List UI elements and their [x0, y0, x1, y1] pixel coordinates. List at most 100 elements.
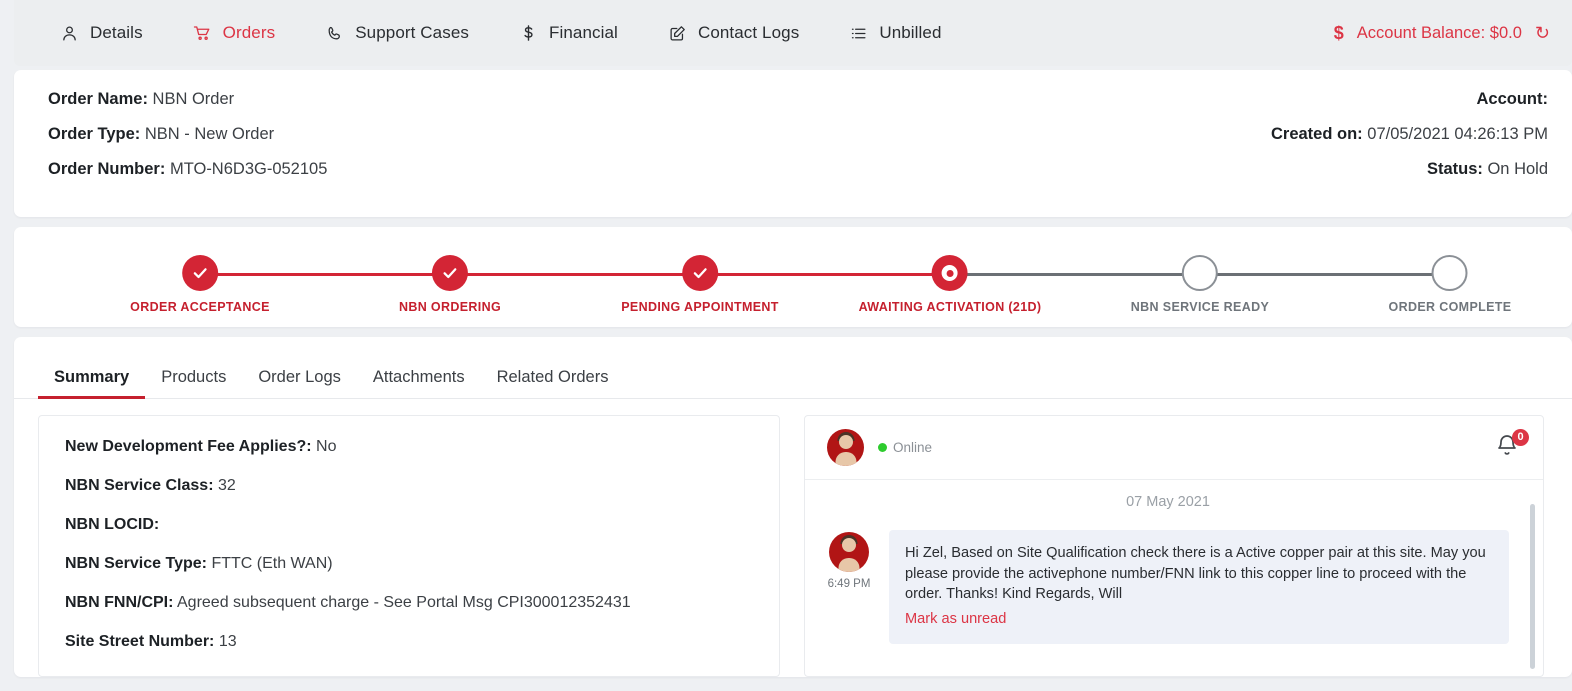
nav-item-details[interactable]: Details	[60, 23, 143, 43]
user-icon	[60, 24, 79, 43]
top-navigation-bar: Details Orders Support Cases Financial C…	[14, 0, 1572, 66]
step-label: NBN ORDERING	[398, 300, 502, 314]
step-label: NBN SERVICE READY	[1130, 300, 1270, 314]
summary-value: FTTC (Eth WAN)	[211, 555, 333, 572]
nav-item-unbilled[interactable]: Unbilled	[849, 23, 941, 43]
summary-value: No	[316, 438, 337, 455]
bell-icon	[1495, 434, 1519, 461]
tab-products[interactable]: Products	[145, 368, 242, 398]
order-number-label: Order Number:	[48, 160, 166, 178]
step-status-icon	[432, 255, 468, 291]
step-nbn-ordering[interactable]: NBN ORDERING	[399, 255, 501, 314]
summary-row-nbn-fnn-cpi: NBN FNN/CPI: Agreed subsequent charge - …	[65, 594, 753, 612]
summary-label: Site Street Number:	[65, 633, 215, 650]
mark-as-unread-link[interactable]: Mark as unread	[905, 609, 1006, 630]
order-type-label: Order Type:	[48, 125, 141, 143]
summary-value: 32	[217, 477, 236, 494]
tab-label: Summary	[54, 368, 130, 386]
summary-value: 13	[218, 633, 237, 650]
notifications-button[interactable]: 0	[1495, 428, 1529, 463]
order-info-row: Order Number: MTO-N6D3G-052105 Status: O…	[48, 160, 1548, 179]
chat-scrollbar[interactable]	[1530, 504, 1535, 669]
nav-item-label: Details	[90, 23, 143, 42]
step-awaiting-activation[interactable]: AWAITING ACTIVATION (21D)	[859, 255, 1042, 314]
created-on-field: Created on: 07/05/2021 04:26:13 PM	[1271, 125, 1548, 144]
tab-order-logs[interactable]: Order Logs	[242, 368, 357, 398]
step-status-icon	[1181, 255, 1218, 291]
summary-row-nbn-locid: NBN LOCID:	[65, 516, 753, 534]
online-status-dot	[878, 443, 887, 452]
account-label: Account:	[1476, 90, 1549, 108]
step-status-icon	[682, 255, 718, 291]
notification-badge: 0	[1512, 428, 1529, 446]
dollar-icon: $	[1333, 22, 1344, 43]
order-type-value: NBN - New Order	[144, 125, 275, 143]
tab-label: Order Logs	[258, 368, 341, 386]
step-order-acceptance[interactable]: ORDER ACCEPTANCE	[130, 255, 270, 314]
order-name-value: NBN Order	[152, 90, 235, 108]
order-number-value: MTO-N6D3G-052105	[169, 160, 328, 178]
order-info-card: Order Name: NBN Order Account: Order Typ…	[14, 70, 1572, 217]
stepper-steps: ORDER ACCEPTANCE NBN ORDERING PENDING AP…	[14, 227, 1572, 327]
refresh-icon[interactable]: ↻	[1535, 23, 1550, 44]
step-label: AWAITING ACTIVATION (21D)	[858, 300, 1042, 314]
step-label: ORDER COMPLETE	[1388, 300, 1512, 314]
chat-message-meta: 6:49 PM	[823, 530, 875, 644]
order-number-field: Order Number: MTO-N6D3G-052105	[48, 160, 327, 179]
status-value: On Hold	[1487, 160, 1548, 178]
avatar	[829, 532, 869, 572]
nav-item-support-cases[interactable]: Support Cases	[325, 23, 469, 43]
tab-label: Attachments	[372, 368, 465, 386]
chat-message: 6:49 PM Hi Zel, Based on Site Qualificat…	[823, 530, 1513, 644]
current-step-ring	[941, 265, 958, 281]
order-progress-card: ORDER ACCEPTANCE NBN ORDERING PENDING AP…	[14, 227, 1572, 327]
summary-row-site-street-number: Site Street Number: 13	[65, 633, 753, 651]
cart-icon	[193, 24, 212, 43]
detail-tabs: Summary Products Order Logs Attachments …	[14, 337, 1572, 399]
nav-item-orders[interactable]: Orders	[193, 23, 276, 43]
detail-panes: New Development Fee Applies?: No NBN Ser…	[14, 399, 1572, 677]
summary-row-nbn-service-class: NBN Service Class: 32	[65, 477, 753, 495]
tab-summary[interactable]: Summary	[38, 368, 146, 399]
tab-related-orders[interactable]: Related Orders	[481, 368, 625, 398]
nav-item-label: Financial	[549, 23, 618, 42]
step-pending-appointment[interactable]: PENDING APPOINTMENT	[621, 255, 779, 314]
summary-label: NBN FNN/CPI:	[65, 594, 174, 611]
nav-item-label: Contact Logs	[697, 23, 800, 42]
online-status: Online	[878, 440, 932, 455]
nav-item-contact-logs[interactable]: Contact Logs	[668, 23, 799, 43]
tab-label: Related Orders	[496, 368, 609, 386]
tab-label: Products	[161, 368, 227, 386]
online-status-label: Online	[893, 440, 933, 455]
summary-row-nbn-service-type: NBN Service Type: FTTC (Eth WAN)	[65, 555, 753, 573]
dollar-icon	[519, 24, 538, 43]
step-label: ORDER ACCEPTANCE	[130, 300, 270, 314]
summary-row-new-development-fee: New Development Fee Applies?: No	[65, 438, 753, 456]
edit-square-icon	[668, 24, 687, 43]
summary-pane: New Development Fee Applies?: No NBN Ser…	[38, 415, 780, 677]
nav-item-financial[interactable]: Financial	[519, 23, 618, 43]
nav-items: Details Orders Support Cases Financial C…	[14, 23, 992, 43]
order-detail-card: Summary Products Order Logs Attachments …	[14, 337, 1572, 677]
list-icon	[849, 24, 868, 43]
step-status-icon	[931, 255, 968, 291]
summary-label: NBN LOCID:	[65, 516, 160, 533]
chat-message-text: Hi Zel, Based on Site Qualification chec…	[905, 545, 1486, 603]
summary-value: Agreed subsequent charge - See Portal Ms…	[177, 594, 631, 611]
chat-pane: Online 0 07 May 2021 6:49 PM Hi Zel, Bas…	[804, 415, 1544, 677]
status-label: Status:	[1426, 160, 1483, 178]
step-nbn-service-ready[interactable]: NBN SERVICE READY	[1131, 255, 1269, 314]
step-label: PENDING APPOINTMENT	[621, 300, 779, 314]
account-balance[interactable]: $ Account Balance: $0.0 ↻	[1334, 23, 1550, 44]
order-type-field: Order Type: NBN - New Order	[48, 125, 274, 144]
nav-item-label: Orders	[222, 23, 276, 42]
step-status-icon	[1432, 255, 1468, 291]
chat-message-list: 07 May 2021 6:49 PM Hi Zel, Based on Sit…	[805, 480, 1543, 676]
created-on-value: 07/05/2021 04:26:13 PM	[1367, 125, 1548, 143]
created-on-label: Created on:	[1270, 125, 1363, 143]
nav-item-label: Unbilled	[879, 23, 942, 42]
chat-header: Online 0	[805, 416, 1543, 480]
tab-attachments[interactable]: Attachments	[357, 368, 481, 398]
step-order-complete[interactable]: ORDER COMPLETE	[1389, 255, 1512, 314]
order-info-grid: Order Name: NBN Order Account: Order Typ…	[14, 70, 1572, 217]
